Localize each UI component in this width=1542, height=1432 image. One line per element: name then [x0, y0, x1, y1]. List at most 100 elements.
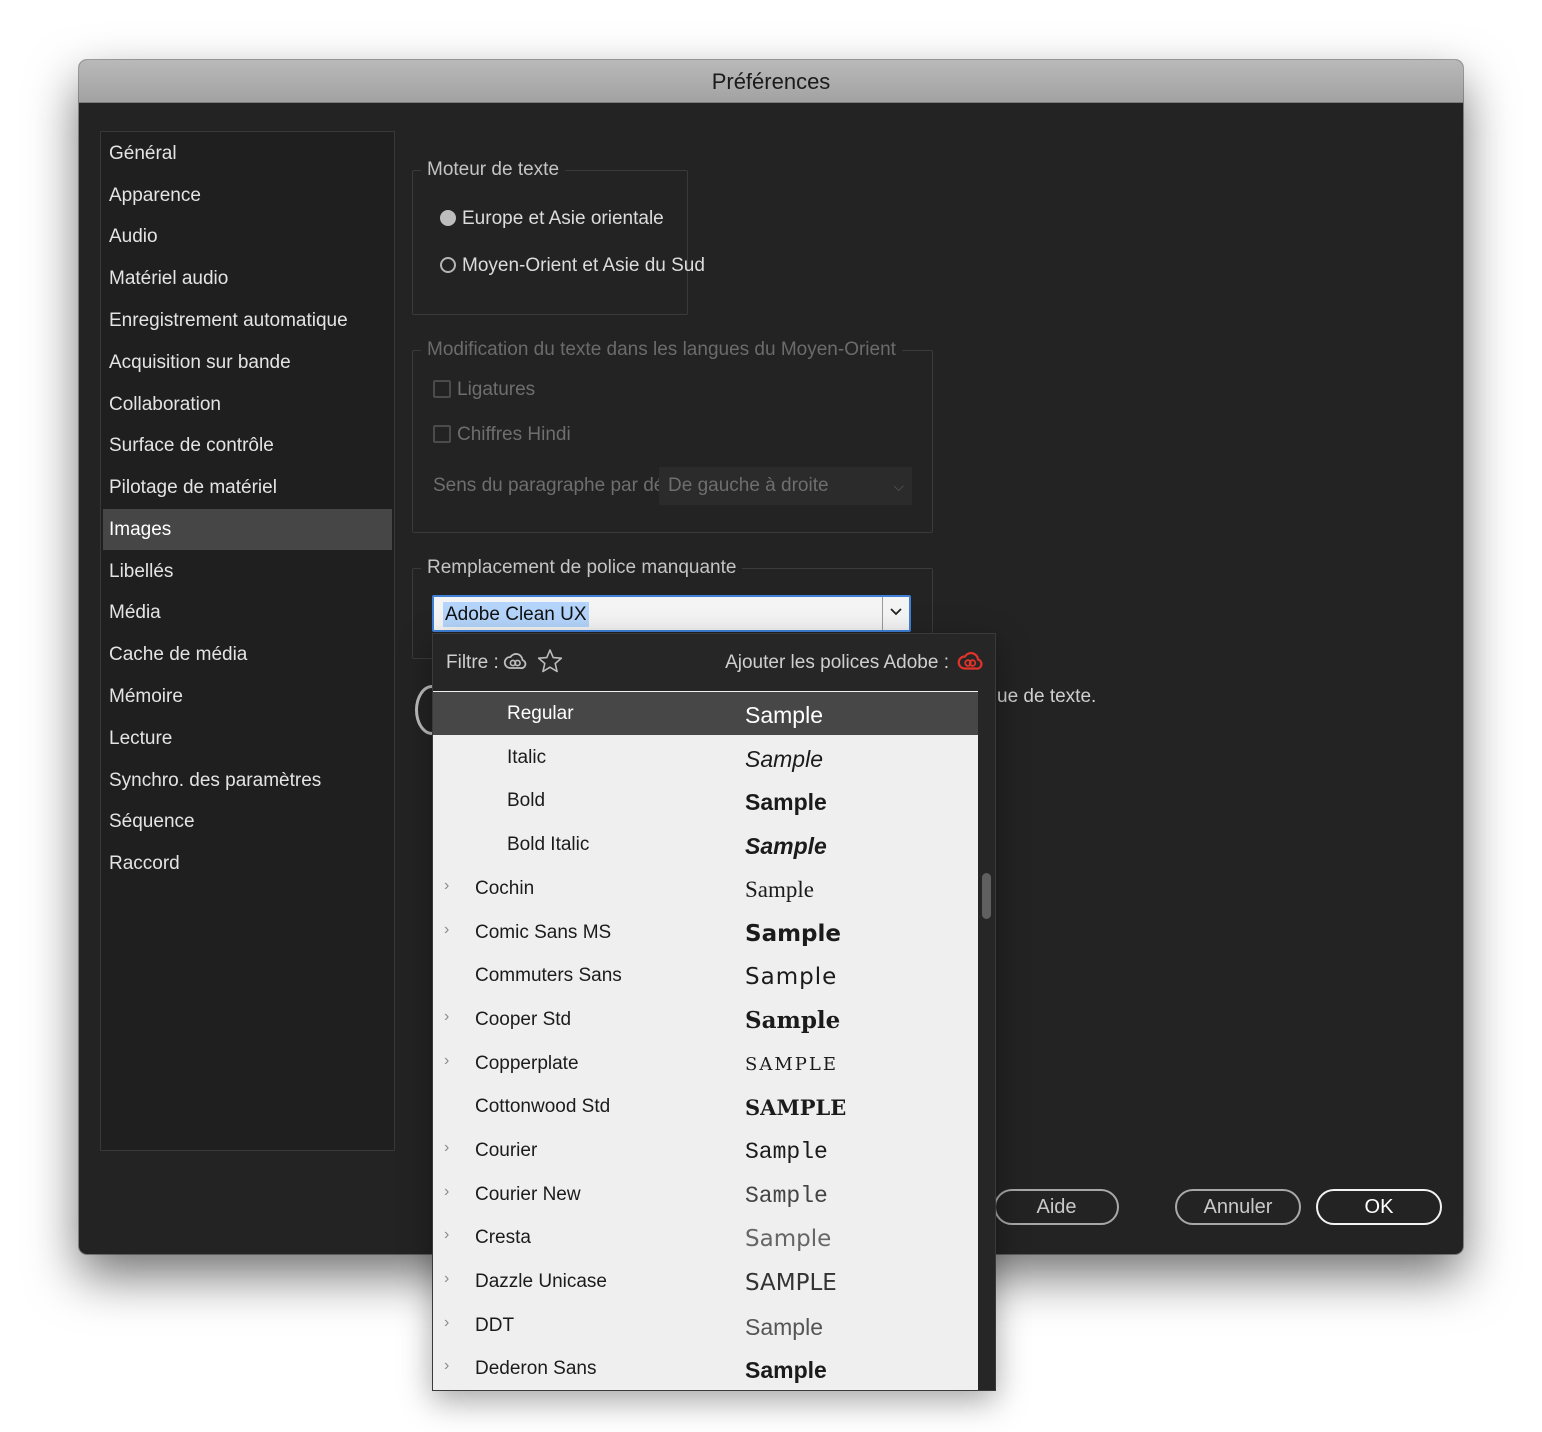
sidebar-item-playback[interactable]: Lecture	[103, 718, 392, 759]
font-name: Courier New	[475, 1184, 581, 1205]
chevron-right-icon[interactable]: ›	[444, 876, 449, 896]
font-row-bold-italic[interactable]: Bold Italic Sample	[433, 823, 978, 866]
chevron-down-icon: ⌵	[893, 478, 904, 494]
chevron-right-icon[interactable]: ›	[444, 1356, 449, 1376]
font-name: Cresta	[475, 1227, 531, 1248]
font-name: Regular	[507, 703, 574, 724]
add-adobe-fonts-label: Ajouter les polices Adobe :	[725, 652, 949, 673]
font-row-regular[interactable]: Regular Sample	[433, 692, 978, 735]
font-name: Bold Italic	[507, 834, 590, 855]
font-name: Comic Sans MS	[475, 922, 612, 943]
radio-selected-icon	[440, 210, 456, 226]
font-sample: Sample	[745, 746, 823, 772]
sidebar-item-images[interactable]: Images	[103, 509, 392, 550]
sidebar-item-sync-settings[interactable]: Synchro. des paramètres	[103, 760, 392, 801]
font-sample: Sample	[745, 1007, 841, 1034]
text-engine-legend: Moteur de texte	[421, 155, 566, 185]
font-sample: SAMPLE	[745, 1095, 847, 1120]
font-dropdown-popup: Filtre : Ajouter les polices Adobe : Reg…	[432, 633, 996, 1391]
font-row-ddt[interactable]: › DDT Sample	[433, 1304, 978, 1347]
chevron-right-icon[interactable]: ›	[444, 1269, 449, 1289]
middle-east-group: Modification du texte dans les langues d…	[412, 335, 933, 533]
font-dropdown-button[interactable]	[882, 597, 909, 630]
font-row-bold[interactable]: Bold Sample	[433, 779, 978, 822]
sidebar-item-auto-save[interactable]: Enregistrement automatique	[103, 300, 392, 341]
chevron-right-icon[interactable]: ›	[444, 1051, 449, 1071]
font-name: Cochin	[475, 878, 535, 899]
middle-east-legend: Modification du texte dans les langues d…	[421, 335, 902, 365]
font-list-scrollbar[interactable]	[978, 691, 995, 1390]
ok-button[interactable]: OK	[1316, 1189, 1442, 1225]
cancel-button[interactable]: Annuler	[1175, 1189, 1301, 1225]
text-engine-group: Moteur de texte Europe et Asie orientale…	[412, 155, 705, 315]
filter-label: Filtre :	[446, 652, 499, 673]
adobe-fonts-icon[interactable]	[957, 650, 983, 674]
font-sample: SAMPLE	[745, 1270, 837, 1296]
paragraph-direction-select[interactable]: De gauche à droite ⌵	[659, 467, 912, 505]
font-name: Courier	[475, 1140, 538, 1161]
font-row-commuters-sans[interactable]: Commuters Sans Sample	[433, 954, 978, 997]
sidebar-item-device-control[interactable]: Pilotage de matériel	[103, 467, 392, 508]
chevron-down-icon	[890, 608, 902, 616]
font-name: Copperplate	[475, 1053, 579, 1074]
font-list: Regular Sample Italic Sample Bold Sample…	[433, 691, 978, 1390]
sidebar-item-sequence[interactable]: Séquence	[103, 801, 392, 842]
font-row-italic[interactable]: Italic Sample	[433, 736, 978, 779]
checkbox-box-icon	[433, 380, 451, 398]
sidebar-item-memory[interactable]: Mémoire	[103, 676, 392, 717]
star-filter-icon[interactable]	[537, 648, 563, 674]
checkbox-label: Ligatures	[457, 379, 536, 400]
font-combobox[interactable]: Adobe Clean UX	[432, 595, 911, 632]
font-sample: SAMPLE	[745, 1054, 838, 1075]
sidebar-item-appearance[interactable]: Apparence	[103, 175, 392, 216]
font-sample: Sample	[745, 1314, 823, 1340]
sidebar-item-general[interactable]: Général	[103, 133, 392, 174]
font-row-dazzle-unicase[interactable]: › Dazzle Unicase SAMPLE	[433, 1260, 978, 1303]
checkbox-box-icon	[433, 425, 451, 443]
scrollbar-thumb[interactable]	[982, 873, 991, 919]
chevron-right-icon[interactable]: ›	[444, 1225, 449, 1245]
font-name: Dazzle Unicase	[475, 1271, 607, 1292]
font-name: Dederon Sans	[475, 1358, 597, 1379]
radio-label: Moyen-Orient et Asie du Sud	[462, 255, 705, 276]
sidebar-item-control-surface[interactable]: Surface de contrôle	[103, 425, 392, 466]
radio-label: Europe et Asie orientale	[462, 208, 664, 229]
sidebar-item-audio[interactable]: Audio	[103, 216, 392, 257]
window-title: Préférences	[79, 60, 1463, 103]
sidebar-item-media-cache[interactable]: Cache de média	[103, 634, 392, 675]
sidebar-item-collaboration[interactable]: Collaboration	[103, 384, 392, 425]
chevron-right-icon[interactable]: ›	[444, 1182, 449, 1202]
chevron-right-icon[interactable]: ›	[444, 920, 449, 940]
sidebar-item-media[interactable]: Média	[103, 592, 392, 633]
font-sample: Sample	[745, 833, 827, 859]
font-row-comic-sans[interactable]: › Comic Sans MS Sample	[433, 911, 978, 954]
creative-cloud-filter-icon[interactable]	[503, 651, 527, 673]
font-name: Bold	[507, 790, 546, 811]
font-row-copperplate[interactable]: › Copperplate SAMPLE	[433, 1042, 978, 1085]
sidebar-item-audio-hardware[interactable]: Matériel audio	[103, 258, 392, 299]
chevron-right-icon[interactable]: ›	[444, 1138, 449, 1158]
font-name: Cooper Std	[475, 1009, 572, 1030]
help-button[interactable]: Aide	[994, 1189, 1119, 1225]
sidebar-item-trim[interactable]: Raccord	[103, 843, 392, 884]
font-name: DDT	[475, 1315, 515, 1336]
font-name: Cottonwood Std	[475, 1096, 611, 1117]
font-sample: Sample	[745, 877, 814, 902]
sidebar-item-labels[interactable]: Libellés	[103, 551, 392, 592]
font-sample: Sample	[745, 1357, 827, 1383]
font-row-cresta[interactable]: › Cresta Sample	[433, 1216, 978, 1259]
font-name: Commuters Sans	[475, 965, 622, 986]
chevron-right-icon[interactable]: ›	[444, 1007, 449, 1027]
font-row-dederon-sans[interactable]: › Dederon Sans Sample	[433, 1347, 978, 1390]
chevron-right-icon[interactable]: ›	[444, 1313, 449, 1333]
info-text: ue de texte.	[997, 686, 1097, 707]
font-name: Italic	[507, 747, 547, 768]
font-input[interactable]: Adobe Clean UX	[443, 602, 589, 627]
font-row-cottonwood-std[interactable]: Cottonwood Std SAMPLE	[433, 1085, 978, 1128]
font-row-courier[interactable]: › Courier Sample	[433, 1129, 978, 1172]
sidebar-item-capture[interactable]: Acquisition sur bande	[103, 342, 392, 383]
radio-unselected-icon	[440, 257, 456, 273]
font-row-cooper-std[interactable]: › Cooper Std Sample	[433, 998, 978, 1041]
font-row-cochin[interactable]: › Cochin Sample	[433, 867, 978, 910]
font-row-courier-new[interactable]: › Courier New Sample	[433, 1173, 978, 1216]
